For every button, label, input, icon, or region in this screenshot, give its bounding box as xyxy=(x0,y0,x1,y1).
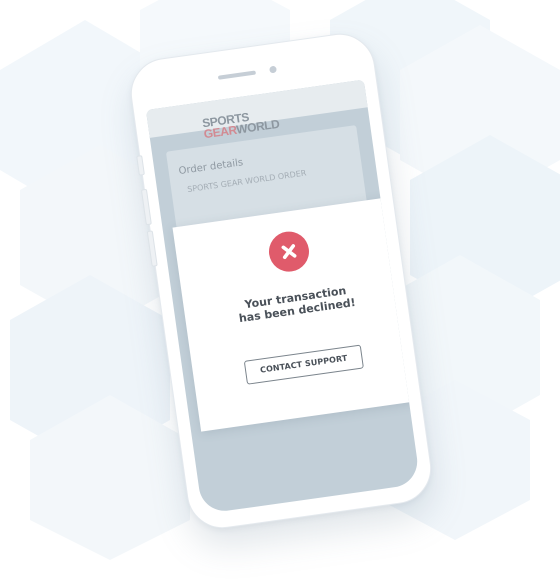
phone-speaker xyxy=(217,70,257,80)
phone-camera xyxy=(269,65,277,74)
transaction-declined-modal: Your transaction has been declined! CONT… xyxy=(172,196,421,432)
phone-screen: SPORTS GEARWORLD Order details SPORTS GE… xyxy=(145,79,421,515)
brand-logo-accent: GEAR xyxy=(202,122,238,142)
scene: SPORTS GEARWORLD Order details SPORTS GE… xyxy=(0,0,560,580)
contact-support-button[interactable]: CONTACT SUPPORT xyxy=(243,344,364,385)
close-icon xyxy=(266,229,312,275)
